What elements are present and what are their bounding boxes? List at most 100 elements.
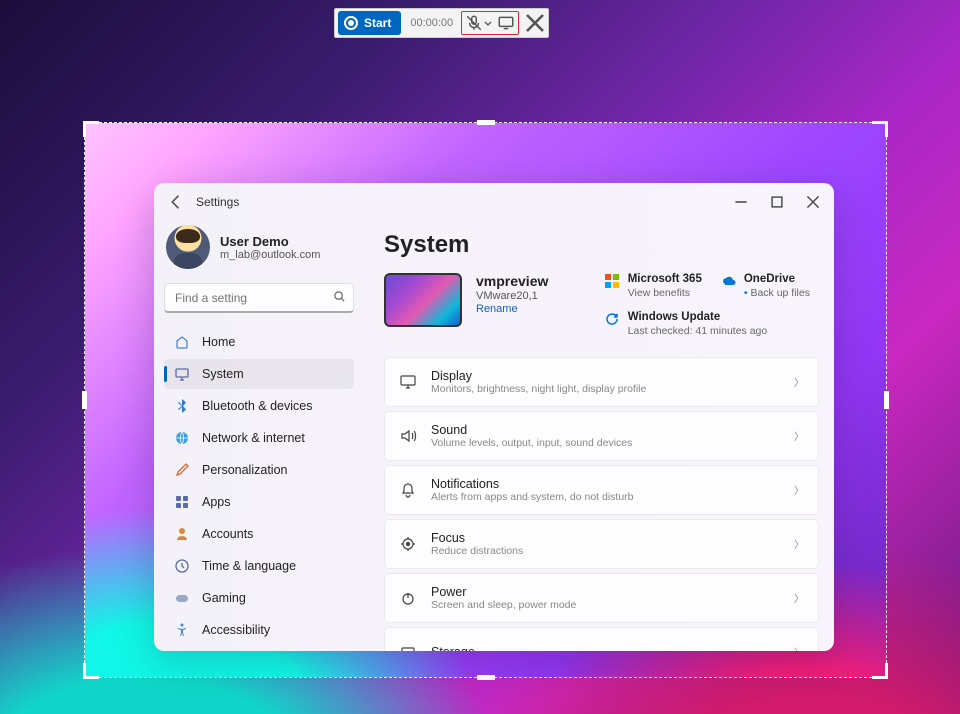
search-icon <box>333 290 346 306</box>
storage-icon <box>399 643 417 651</box>
resize-handle-r[interactable] <box>884 391 889 409</box>
chevron-down-icon[interactable] <box>483 14 493 32</box>
user-name: User Demo <box>220 234 320 249</box>
link-onedrive[interactable]: OneDriveBack up files <box>720 273 818 299</box>
settings-window: Settings User Demo m_lab@outlook.com Ho <box>154 183 834 651</box>
link-sub: View benefits <box>628 287 702 299</box>
titlebar: Settings <box>154 183 834 221</box>
system-icon <box>174 366 190 382</box>
link-sub: Back up files <box>744 287 810 299</box>
nav-item-system[interactable]: System <box>164 359 354 389</box>
resize-handle-b[interactable] <box>477 675 495 680</box>
link-title: Windows Update <box>628 311 768 325</box>
setting-sub: Screen and sleep, power mode <box>431 599 576 611</box>
network-icon <box>174 430 190 446</box>
link-title: Microsoft 365 <box>628 273 702 287</box>
mic-muted-icon[interactable] <box>465 14 483 32</box>
user-account-row[interactable]: User Demo m_lab@outlook.com <box>164 221 354 283</box>
setting-title: Display <box>431 369 646 383</box>
setting-focus[interactable]: FocusReduce distractions〉 <box>384 519 819 569</box>
notifications-icon <box>399 481 417 499</box>
resize-handle-br[interactable] <box>872 663 888 679</box>
setting-sub: Reduce distractions <box>431 545 523 557</box>
setting-sound[interactable]: SoundVolume levels, output, input, sound… <box>384 411 819 461</box>
gaming-icon <box>174 590 190 606</box>
nav-label: Time & language <box>202 559 296 573</box>
display-icon <box>399 373 417 391</box>
record-options-highlight <box>461 11 519 35</box>
link-ms365[interactable]: Microsoft 365View benefits <box>604 273 702 299</box>
resize-handle-bl[interactable] <box>83 663 99 679</box>
sidebar: User Demo m_lab@outlook.com Home System Bl… <box>154 221 364 651</box>
nav-label: Home <box>202 335 235 349</box>
update-icon <box>604 311 620 327</box>
resize-handle-tr[interactable] <box>872 121 888 137</box>
setting-title: Sound <box>431 423 632 437</box>
setting-display[interactable]: DisplayMonitors, brightness, night light… <box>384 357 819 407</box>
device-thumbnail <box>384 273 462 327</box>
setting-storage[interactable]: Storage〉 <box>384 627 819 651</box>
page-title: System <box>384 231 824 259</box>
nav-list: Home System Bluetooth & devices Network & i… <box>164 327 354 651</box>
nav-label: Apps <box>202 495 231 509</box>
setting-title: Notifications <box>431 477 634 491</box>
personalization-icon <box>174 462 190 478</box>
main-content: System vmpreview VMware20,1 Rename Micro… <box>364 221 834 651</box>
user-email: m_lab@outlook.com <box>220 249 320 261</box>
nav-item-apps[interactable]: Apps <box>164 487 354 517</box>
nav-item-gaming[interactable]: Gaming <box>164 583 354 613</box>
nav-item-time[interactable]: Time & language <box>164 551 354 581</box>
sound-icon <box>399 427 417 445</box>
nav-item-personalization[interactable]: Personalization <box>164 455 354 485</box>
power-icon <box>399 589 417 607</box>
chevron-right-icon: 〉 <box>794 374 804 389</box>
nav-label: Gaming <box>202 591 246 605</box>
record-start-button[interactable]: Start <box>338 11 401 35</box>
maximize-button[interactable] <box>770 195 784 209</box>
close-button[interactable] <box>806 195 820 209</box>
setting-sub: Monitors, brightness, night light, displ… <box>431 383 646 395</box>
chevron-right-icon: 〉 <box>794 428 804 443</box>
resize-handle-tl[interactable] <box>83 121 99 137</box>
setting-sub: Alerts from apps and system, do not dist… <box>431 491 634 503</box>
device-model: VMware20,1 <box>476 290 548 302</box>
device-rename-link[interactable]: Rename <box>476 303 548 315</box>
nav-item-accessibility[interactable]: Accessibility <box>164 615 354 645</box>
bluetooth-icon <box>174 398 190 414</box>
quick-links: Microsoft 365View benefits OneDriveBack u… <box>604 273 824 337</box>
settings-list: DisplayMonitors, brightness, night light… <box>384 357 819 651</box>
back-button[interactable] <box>166 192 186 212</box>
resize-handle-t[interactable] <box>477 120 495 125</box>
avatar <box>166 225 210 269</box>
nav-label: System <box>202 367 244 381</box>
record-icon <box>344 16 358 30</box>
resize-handle-l[interactable] <box>82 391 87 409</box>
nav-item-accounts[interactable]: Accounts <box>164 519 354 549</box>
nav-item-privacy[interactable]: Privacy & security <box>164 647 354 651</box>
setting-power[interactable]: PowerScreen and sleep, power mode 〉 <box>384 573 819 623</box>
link-update[interactable]: Windows UpdateLast checked: 41 minutes a… <box>604 311 818 337</box>
device-hero: vmpreview VMware20,1 Rename Microsoft 36… <box>384 273 824 337</box>
nav-item-network[interactable]: Network & internet <box>164 423 354 453</box>
monitor-icon[interactable] <box>497 14 515 32</box>
setting-notifications[interactable]: NotificationsAlerts from apps and system… <box>384 465 819 515</box>
accounts-icon <box>174 526 190 542</box>
nav-label: Accessibility <box>202 623 270 637</box>
time-icon <box>174 558 190 574</box>
ms365-icon <box>604 273 620 289</box>
apps-icon <box>174 494 190 510</box>
nav-item-bluetooth[interactable]: Bluetooth & devices <box>164 391 354 421</box>
nav-label: Accounts <box>202 527 253 541</box>
minimize-button[interactable] <box>734 195 748 209</box>
nav-label: Personalization <box>202 463 287 477</box>
recorder-close-button[interactable] <box>523 11 547 35</box>
link-title: OneDrive <box>744 273 810 287</box>
onedrive-icon <box>720 273 736 289</box>
nav-label: Network & internet <box>202 431 305 445</box>
setting-title: Storage <box>431 645 475 651</box>
setting-title: Power <box>431 585 576 599</box>
search-input[interactable] <box>164 283 354 313</box>
window-title: Settings <box>196 195 239 209</box>
chevron-right-icon: 〉 <box>794 590 804 605</box>
nav-item-home[interactable]: Home <box>164 327 354 357</box>
